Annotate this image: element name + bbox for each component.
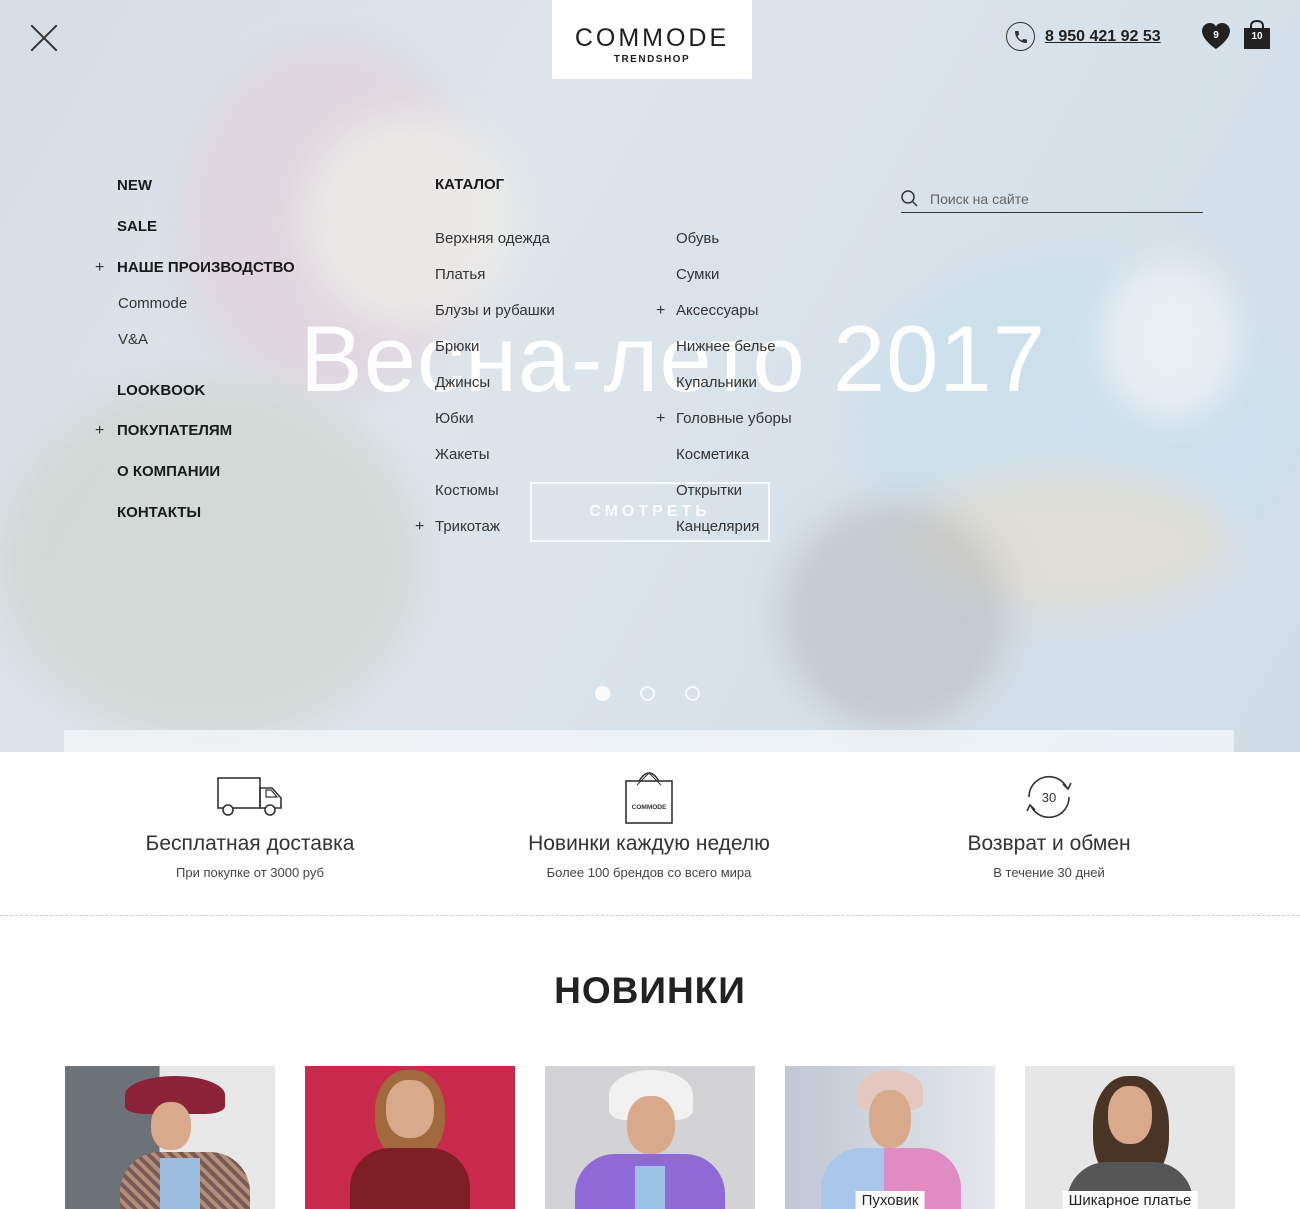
catalog-item-label: Аксессуары	[676, 302, 759, 319]
expand-plus-icon[interactable]: +	[95, 421, 104, 441]
catalog-item[interactable]: Блузы и рубашки	[435, 301, 555, 337]
catalog-item[interactable]: Открытки	[676, 481, 792, 517]
menu-item-about[interactable]: О КОМПАНИИ	[117, 462, 295, 482]
product-card[interactable]	[545, 1066, 755, 1209]
site-search	[901, 185, 1203, 213]
menu-item-sale[interactable]: SALE	[117, 217, 295, 237]
catalog-item[interactable]: Верхняя одежда	[435, 229, 555, 265]
return-days-badge: 30	[1042, 790, 1056, 805]
menu-item-lookbook[interactable]: LOOKBOOK	[117, 381, 295, 401]
feature-subtitle: В течение 30 дней	[993, 865, 1105, 880]
truck-icon	[217, 777, 282, 816]
catalog-item[interactable]: Костюмы	[435, 481, 555, 517]
catalog-item[interactable]: Жакеты	[435, 445, 555, 481]
catalog-item[interactable]: Брюки	[435, 337, 555, 373]
search-icon[interactable]	[901, 190, 918, 207]
expand-plus-icon[interactable]: +	[656, 301, 665, 321]
product-card[interactable]	[305, 1066, 515, 1209]
logo[interactable]: COMMODE TRENDSHOP	[552, 0, 752, 79]
feature-title: Новинки каждую неделю	[528, 832, 770, 855]
feature-delivery: Бесплатная доставка При покупке от 3000 …	[50, 768, 450, 880]
catalog-item[interactable]: Косметика	[676, 445, 792, 481]
catalog-heading[interactable]: КАТАЛОГ	[435, 176, 504, 193]
product-card[interactable]: Пуховик	[785, 1066, 995, 1209]
product-card[interactable]: Шикарное платье	[1025, 1066, 1235, 1209]
phone-contact[interactable]: 8 950 421 92 53	[1006, 22, 1161, 51]
catalog-item[interactable]: Сумки	[676, 265, 792, 301]
cart-count: 10	[1251, 31, 1263, 42]
catalog-item-accessories[interactable]: + Аксессуары	[656, 301, 792, 337]
catalog-item-label: Трикотаж	[435, 518, 500, 535]
expand-plus-icon[interactable]: +	[656, 409, 665, 429]
phone-number[interactable]: 8 950 421 92 53	[1045, 28, 1161, 46]
product-label: Пуховик	[855, 1191, 925, 1209]
bag-brand-text: COMMODE	[632, 804, 667, 811]
catalog-item[interactable]: Юбки	[435, 409, 555, 445]
catalog-column-2: Обувь Сумки + Аксессуары Нижнее белье Ку…	[656, 229, 792, 553]
logo-main-text: COMMODE	[574, 24, 730, 52]
catalog-item[interactable]: Нижнее белье	[676, 337, 792, 373]
search-input[interactable]	[930, 190, 1190, 207]
catalog-column-1: Верхняя одежда Платья Блузы и рубашки Бр…	[415, 229, 555, 553]
menu-sub-va[interactable]: V&A	[117, 330, 295, 350]
feature-title: Возврат и обмен	[967, 832, 1131, 855]
menu-item-contacts[interactable]: КОНТАКТЫ	[117, 503, 295, 523]
catalog-item-label: Головные уборы	[676, 410, 792, 427]
catalog-item-knitwear[interactable]: + Трикотаж	[415, 517, 555, 553]
wishlist-button[interactable]: 9	[1201, 22, 1231, 50]
main-menu: NEW SALE + НАШЕ ПРОИЗВОДСТВО Commode V&A…	[95, 176, 295, 523]
return-30-icon: 30	[1026, 775, 1072, 819]
catalog-item[interactable]: Джинсы	[435, 373, 555, 409]
menu-item-label: ПОКУПАТЕЛЯМ	[117, 422, 233, 439]
menu-item-production[interactable]: + НАШЕ ПРОИЗВОДСТВО	[95, 258, 295, 278]
catalog-item[interactable]: Обувь	[676, 229, 792, 265]
menu-item-label: НАШЕ ПРОИЗВОДСТВО	[117, 259, 295, 276]
menu-sub-commode[interactable]: Commode	[117, 294, 295, 314]
catalog-item[interactable]: Платья	[435, 265, 555, 301]
product-card[interactable]	[65, 1066, 275, 1209]
logo-sub-text: TRENDSHOP	[613, 54, 691, 65]
slider-dots	[595, 686, 700, 701]
feature-return: 30 Возврат и обмен В течение 30 дней	[849, 768, 1249, 880]
feature-subtitle: Более 100 брендов со всего мира	[546, 865, 752, 880]
slider-dot-1[interactable]	[595, 686, 610, 701]
new-section-title: НОВИНКИ	[554, 970, 746, 1011]
hero-bottom-strip	[64, 730, 1234, 752]
expand-plus-icon[interactable]: +	[95, 258, 104, 278]
catalog-item[interactable]: Канцелярия	[676, 517, 792, 553]
phone-icon	[1006, 22, 1035, 51]
catalog-item-hats[interactable]: + Головные уборы	[656, 409, 792, 445]
expand-plus-icon[interactable]: +	[415, 517, 424, 537]
product-label: Шикарное платье	[1062, 1191, 1198, 1209]
slider-dot-2[interactable]	[640, 686, 655, 701]
menu-item-new[interactable]: NEW	[117, 176, 295, 196]
catalog-item[interactable]: Купальники	[676, 373, 792, 409]
shopping-bag-icon: COMMODE	[625, 772, 673, 824]
products-row: Пуховик Шикарное платье	[65, 1066, 1235, 1209]
feature-new-weekly: COMMODE Новинки каждую неделю Более 100 …	[449, 768, 849, 880]
feature-subtitle: При покупке от 3000 руб	[176, 865, 324, 880]
cart-button[interactable]: 10	[1243, 19, 1271, 50]
menu-item-buyers[interactable]: + ПОКУПАТЕЛЯМ	[95, 421, 295, 441]
feature-title: Бесплатная доставка	[145, 832, 355, 855]
features-bar: Бесплатная доставка При покупке от 3000 …	[0, 752, 1300, 916]
close-menu-button[interactable]	[28, 22, 60, 54]
hero-title: Весна-лето 2017	[300, 306, 1046, 411]
slider-dot-3[interactable]	[685, 686, 700, 701]
wishlist-count: 9	[1213, 30, 1219, 41]
